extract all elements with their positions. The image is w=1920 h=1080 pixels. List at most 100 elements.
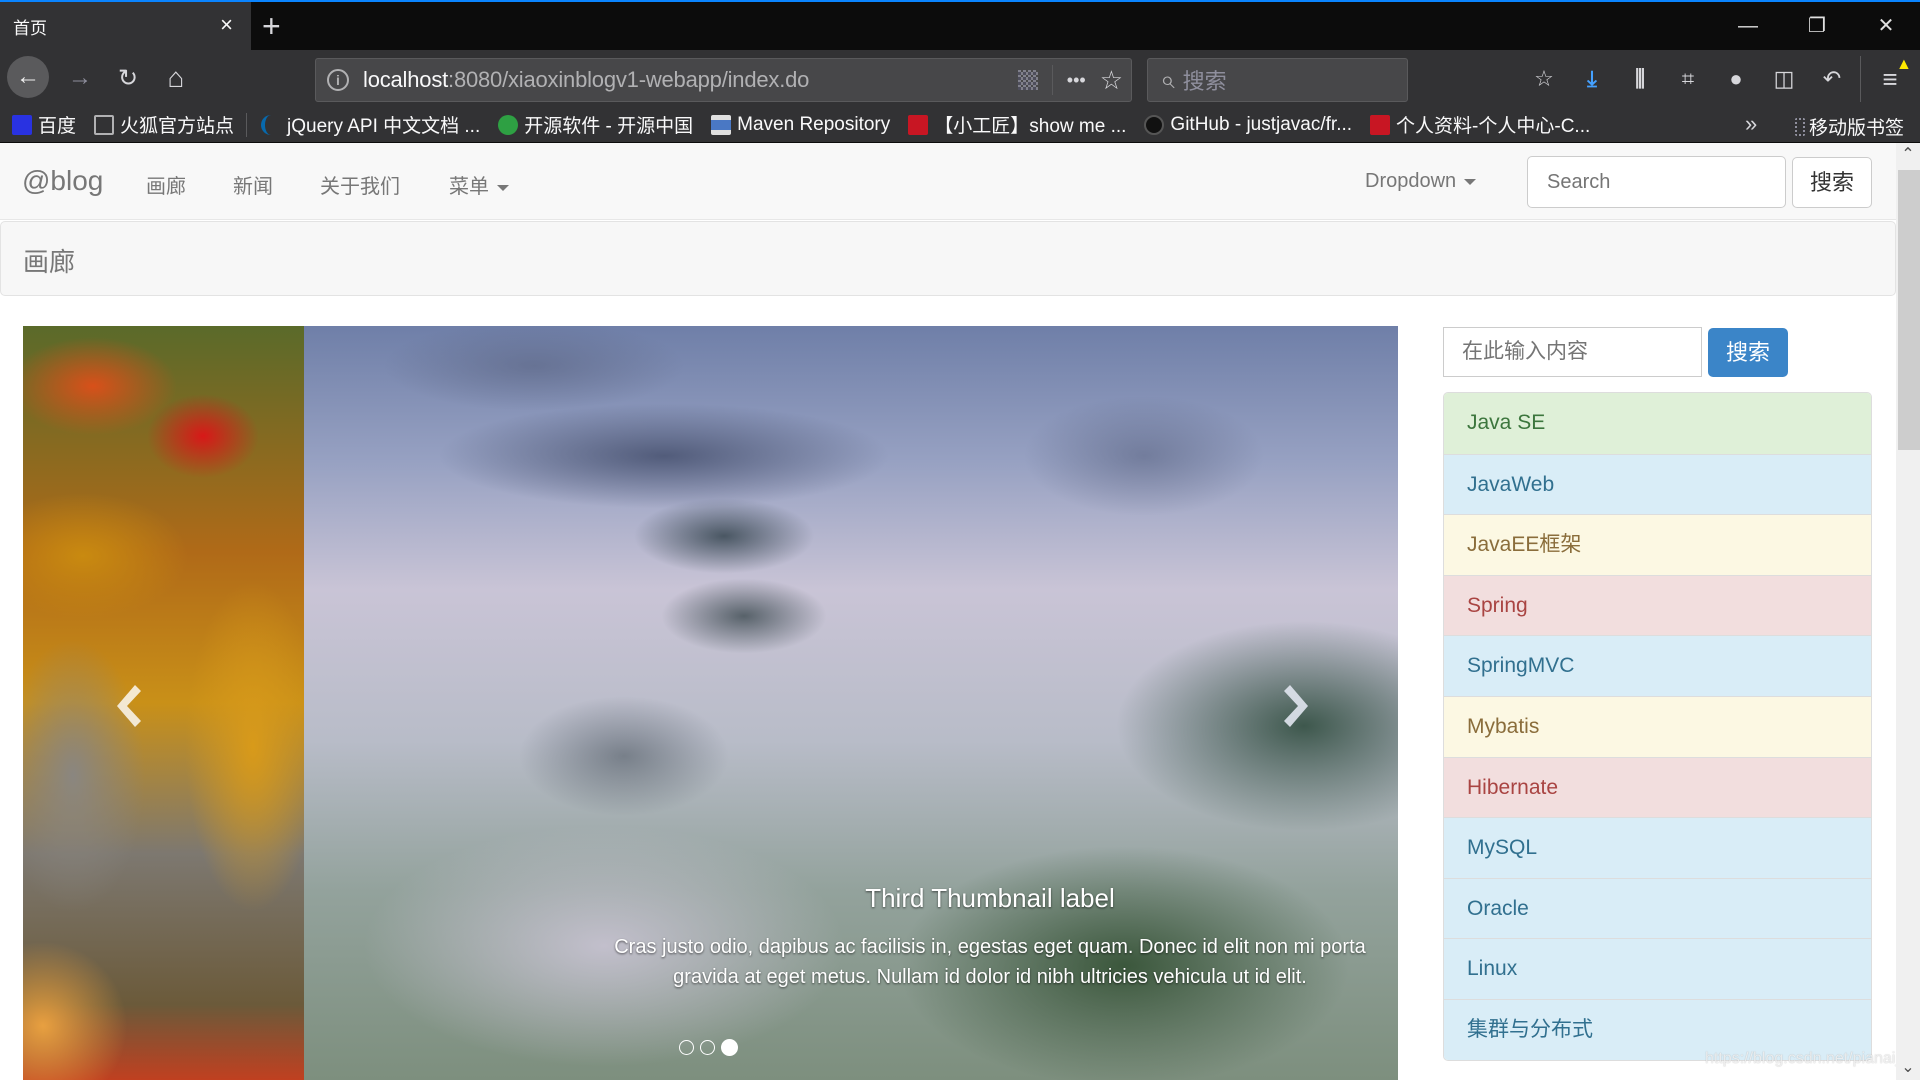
restore-icon[interactable]: ❐ — [1797, 12, 1837, 40]
maven-icon — [711, 114, 732, 135]
home-icon[interactable]: ⌂ — [156, 58, 196, 98]
category-item[interactable]: Java SE — [1444, 393, 1871, 454]
site-brand[interactable]: @blog — [22, 165, 103, 197]
new-tab-button[interactable]: + — [262, 10, 281, 42]
bookmark-item[interactable]: 开源软件 - 开源中国 — [498, 111, 693, 138]
bookmark-item[interactable]: Maven Repository — [711, 114, 890, 136]
tab-home[interactable]: 首页 × — [0, 2, 251, 50]
search-icon: ⌕ — [1160, 64, 1175, 94]
folder-icon — [94, 114, 115, 135]
bookmarks-bar: 百度 火狐官方站点 jQuery API 中文文档 ... 开源软件 - 开源中… — [0, 107, 1920, 143]
navbar-search-button[interactable]: 搜索 — [1792, 157, 1872, 208]
right-dropdown[interactable]: Dropdown — [1365, 170, 1477, 193]
bookmark-item[interactable]: jQuery API 中文文档 ... — [261, 111, 480, 138]
sidebar-search-input[interactable] — [1443, 327, 1702, 377]
browser-search-bar[interactable]: ⌕ 搜索 — [1147, 58, 1408, 102]
sidebar-search-button[interactable]: 搜索 — [1708, 328, 1788, 377]
bookmarks-overflow-icon[interactable]: » — [1745, 111, 1757, 137]
category-item[interactable]: Mybatis — [1444, 695, 1871, 757]
nav-link-news[interactable]: 新闻 — [233, 170, 273, 199]
bookmark-label: 百度 — [38, 116, 77, 137]
scrollbar-thumb[interactable] — [1898, 170, 1920, 450]
bookmark-item[interactable]: 百度 — [12, 111, 76, 138]
image-carousel: Third Thumbnail label Cras justo odio, d… — [23, 326, 1398, 1080]
page-header: 画廊 — [0, 221, 1896, 296]
category-item[interactable]: SpringMVC — [1444, 635, 1871, 696]
info-icon[interactable]: i — [327, 69, 349, 91]
carousel-indicator[interactable] — [700, 1040, 715, 1055]
tab-title: 首页 — [13, 18, 47, 38]
screenshot-icon[interactable]: ⌗ — [1675, 66, 1701, 92]
scroll-down-icon[interactable]: ⌄ — [1896, 1056, 1920, 1080]
category-item[interactable]: Spring — [1444, 574, 1871, 636]
carousel-indicators — [679, 1039, 738, 1056]
url-text[interactable]: localhost:8080/xiaoxinblogv1-webapp/inde… — [363, 67, 809, 93]
bookmark-item[interactable]: 火狐官方站点 — [94, 111, 234, 138]
chat-icon[interactable]: ● — [1723, 66, 1749, 92]
close-tab-icon[interactable]: × — [220, 14, 233, 36]
divider — [1051, 65, 1053, 95]
url-host: localhost — [363, 67, 449, 92]
category-list: Java SE JavaWeb JavaEE框架 Spring SpringMVC Myb… — [1443, 392, 1872, 1061]
mobile-bookmarks[interactable]: 移动版书签 — [1795, 113, 1904, 140]
category-item[interactable]: Hibernate — [1444, 756, 1871, 818]
carousel-prev-control[interactable] — [107, 681, 147, 731]
caption-title: Third Thumbnail label — [865, 883, 1115, 913]
bookmark-star-icon[interactable]: ☆ — [1100, 65, 1123, 96]
chevron-left-icon — [117, 685, 141, 727]
scroll-up-icon[interactable]: ⌃ — [1896, 143, 1920, 167]
divider — [1860, 56, 1861, 102]
page-title: 画廊 — [23, 247, 76, 277]
mobile-bookmarks-label: 移动版书签 — [1809, 118, 1905, 139]
carousel-indicator-active[interactable] — [721, 1039, 738, 1056]
undo-icon[interactable]: ↶ — [1819, 66, 1845, 92]
qr-code-icon[interactable] — [1017, 70, 1038, 90]
url-actions: ••• ☆ — [1017, 59, 1123, 101]
more-actions-icon[interactable]: ••• — [1067, 70, 1086, 91]
category-item[interactable]: JavaWeb — [1444, 453, 1871, 515]
bookmark-label: 【小工匠】show me ... — [934, 116, 1127, 137]
bookmark-item[interactable]: 【小工匠】show me ... — [908, 111, 1126, 138]
bookmark-label: Maven Repository — [737, 113, 891, 135]
csdn-icon — [1370, 114, 1391, 135]
caret-down-icon — [497, 184, 509, 191]
category-item[interactable]: JavaEE框架 — [1444, 514, 1871, 575]
nav-link-gallery[interactable]: 画廊 — [146, 170, 186, 199]
carousel-caption: Third Thumbnail label Cras justo odio, d… — [584, 883, 1396, 992]
nav-link-about[interactable]: 关于我们 — [320, 170, 400, 199]
forward-icon[interactable]: → — [60, 58, 100, 98]
page-viewport: @blog 画廊 新闻 关于我们 菜单 Dropdown 搜索 画廊 Third… — [0, 143, 1920, 1080]
carousel-next-control[interactable] — [1278, 681, 1318, 731]
library-icon[interactable]: ⫼ — [1627, 66, 1653, 92]
navbar-search-input[interactable] — [1527, 156, 1786, 208]
url-bar[interactable]: i localhost:8080/xiaoxinblogv1-webapp/in… — [315, 58, 1132, 102]
bookmark-label: 火狐官方站点 — [120, 116, 235, 137]
bookmark-label: 开源软件 - 开源中国 — [524, 116, 694, 137]
menu-dropdown[interactable]: 菜单 — [449, 170, 509, 199]
category-item[interactable]: MySQL — [1444, 817, 1871, 878]
close-window-icon[interactable]: ✕ — [1866, 12, 1906, 40]
bookmark-item[interactable]: 个人资料-个人中心-C... — [1370, 111, 1590, 138]
sidebar-icon[interactable]: ◫ — [1771, 66, 1797, 92]
oschina-icon — [498, 114, 519, 135]
watermark: https://blog.csdn.net/pianai_s — [1705, 1050, 1913, 1067]
download-icon[interactable]: ⤓ — [1579, 66, 1605, 92]
search-placeholder: 搜索 — [1182, 69, 1227, 94]
vertical-scrollbar[interactable]: ⌃ ⌄ — [1896, 143, 1920, 1080]
bookmark-label: GitHub - justjavac/fr... — [1170, 113, 1353, 135]
caret-down-icon — [1464, 178, 1477, 185]
bookmark-item[interactable]: GitHub - justjavac/fr... — [1144, 114, 1352, 136]
github-icon — [1144, 114, 1165, 135]
category-item[interactable]: Oracle — [1444, 877, 1871, 939]
reload-icon[interactable]: ↻ — [108, 58, 148, 98]
minimize-icon[interactable]: — — [1728, 12, 1768, 40]
warning-icon: ▲ — [1896, 56, 1912, 73]
right-dropdown-label: Dropdown — [1365, 170, 1457, 192]
browser-toolbar: ← → ↻ ⌂ i localhost:8080/xiaoxinblogv1-w… — [0, 50, 1920, 107]
pocket-icon[interactable]: ☆ — [1531, 66, 1557, 92]
caption-text: Cras justo odio, dapibus ac facilisis in… — [614, 936, 1366, 988]
back-icon[interactable]: ← — [7, 56, 49, 98]
carousel-indicator[interactable] — [679, 1040, 694, 1055]
site-navbar: @blog 画廊 新闻 关于我们 菜单 Dropdown 搜索 — [0, 143, 1896, 220]
category-item[interactable]: Linux — [1444, 938, 1871, 999]
